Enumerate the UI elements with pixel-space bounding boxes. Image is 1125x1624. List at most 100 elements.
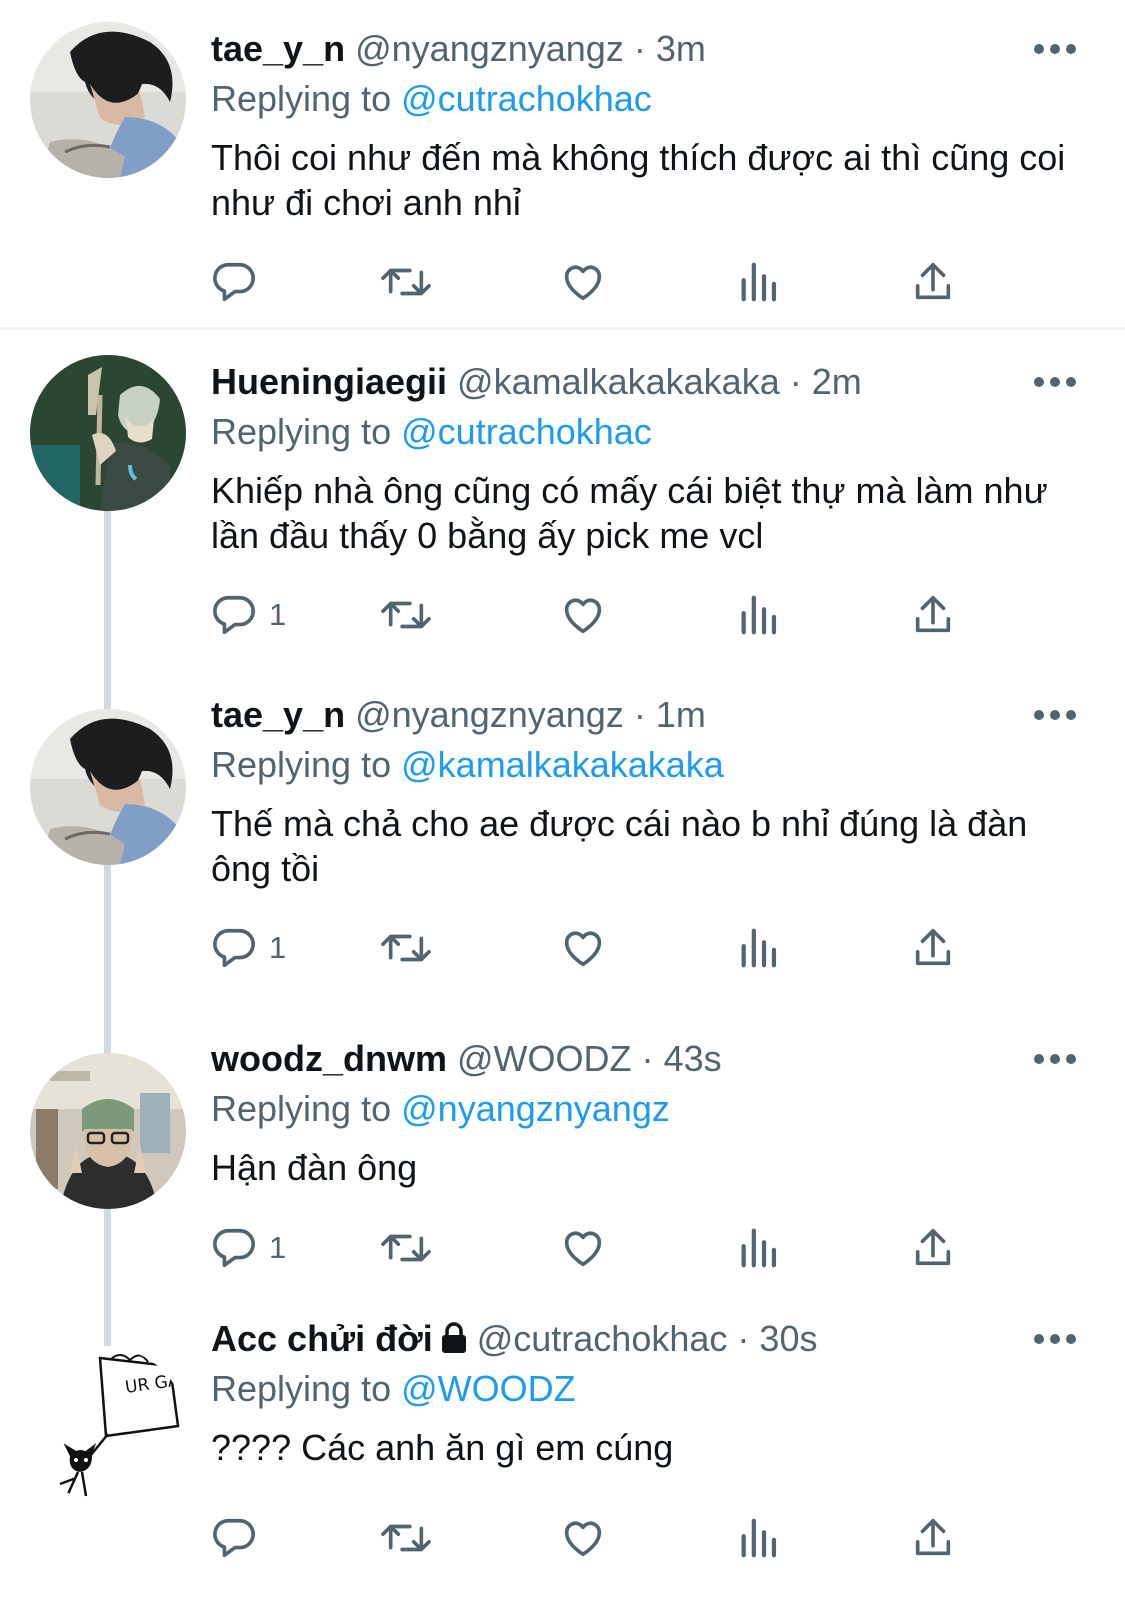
ellipsis-icon[interactable] bbox=[1025, 24, 1085, 74]
tweet-text: Thôi coi như đến mà không thích được ai … bbox=[211, 137, 1066, 223]
separator-dot: · bbox=[737, 1318, 750, 1359]
avatar[interactable] bbox=[30, 355, 186, 511]
display-name[interactable]: tae_y_n bbox=[211, 28, 345, 69]
timestamp[interactable]: 3m bbox=[656, 28, 706, 69]
replying-to-mention[interactable]: @cutrachokhac bbox=[401, 411, 652, 452]
tweet-text: ???? Các anh ăn gì em cúng bbox=[211, 1427, 674, 1468]
replying-to-label: Replying to bbox=[211, 1088, 392, 1129]
avatar-image-tae-y-n bbox=[30, 709, 186, 865]
action-bar bbox=[211, 1508, 1001, 1568]
bar-chart-icon bbox=[741, 1518, 777, 1558]
like-button[interactable] bbox=[559, 918, 607, 978]
tweet[interactable]: Hueningiaegii @kamalkakakakaka · 2m Repl… bbox=[0, 330, 1125, 680]
username[interactable]: @nyangznyangz bbox=[355, 694, 624, 735]
lock-icon bbox=[441, 1322, 466, 1353]
display-name[interactable]: tae_y_n bbox=[211, 694, 345, 735]
separator-dot: · bbox=[633, 694, 646, 735]
tweet[interactable]: UR GAY. Acc chửi đời @cutrachokhac · 30s … bbox=[0, 1318, 1125, 1624]
replying-to-label: Replying to bbox=[211, 744, 392, 785]
like-button[interactable] bbox=[559, 585, 607, 645]
avatar[interactable] bbox=[30, 709, 186, 865]
like-button[interactable] bbox=[559, 1218, 607, 1278]
retweet-arrows-icon bbox=[381, 934, 431, 962]
share-button[interactable] bbox=[911, 1508, 955, 1568]
upload-icon bbox=[915, 1518, 951, 1556]
tweet[interactable]: woodz_dnwm @WOODZ · 43s Replying to @nya… bbox=[0, 1018, 1125, 1320]
replying-to-label: Replying to bbox=[211, 78, 392, 119]
share-button[interactable] bbox=[911, 1218, 955, 1278]
reply-button[interactable] bbox=[211, 252, 269, 312]
replying-to-mention[interactable]: @cutrachokhac bbox=[401, 78, 652, 119]
tweet[interactable]: tae_y_n @nyangznyangz · 1m Replying to @… bbox=[0, 674, 1125, 1024]
reply-button[interactable]: 1 bbox=[211, 918, 286, 978]
views-button[interactable] bbox=[739, 252, 779, 312]
retweet-button[interactable] bbox=[379, 252, 433, 312]
share-button[interactable] bbox=[911, 252, 955, 312]
bar-chart-icon bbox=[741, 1228, 777, 1268]
retweet-button[interactable] bbox=[379, 585, 433, 645]
views-button[interactable] bbox=[739, 585, 779, 645]
like-button[interactable] bbox=[559, 252, 607, 312]
retweet-arrows-icon bbox=[381, 1524, 431, 1552]
avatar-image-acc-chui-doi: UR GAY. bbox=[30, 1348, 186, 1504]
replying-to-mention[interactable]: @kamalkakakakaka bbox=[401, 744, 724, 785]
replying-to-mention[interactable]: @nyangznyangz bbox=[401, 1088, 670, 1129]
username[interactable]: @nyangznyangz bbox=[355, 28, 624, 69]
timestamp[interactable]: 2m bbox=[812, 361, 862, 402]
avatar[interactable] bbox=[30, 1053, 186, 1209]
share-button[interactable] bbox=[911, 585, 955, 645]
views-button[interactable] bbox=[739, 1508, 779, 1568]
tweet-header: tae_y_n @nyangznyangz · 3m bbox=[211, 24, 1085, 74]
reply-count: 1 bbox=[269, 930, 287, 965]
avatar[interactable]: UR GAY. bbox=[30, 1348, 186, 1504]
avatar-image-tae-y-n bbox=[30, 22, 186, 178]
share-button[interactable] bbox=[911, 918, 955, 978]
timestamp[interactable]: 43s bbox=[664, 1038, 722, 1079]
retweet-arrows-icon bbox=[381, 601, 431, 629]
upload-icon bbox=[915, 1228, 951, 1266]
ellipsis-icon[interactable] bbox=[1025, 357, 1085, 407]
username[interactable]: @WOODZ bbox=[457, 1038, 632, 1079]
speech-bubble-icon bbox=[213, 262, 255, 302]
username[interactable]: @cutrachokhac bbox=[477, 1318, 728, 1359]
ellipsis-icon[interactable] bbox=[1025, 690, 1085, 740]
replying-to: Replying to @WOODZ bbox=[211, 1364, 1085, 1414]
tweet-text: Hận đàn ông bbox=[211, 1147, 418, 1188]
tweet-header: Hueningiaegii @kamalkakakakaka · 2m bbox=[211, 357, 1085, 407]
replying-to: Replying to @cutrachokhac bbox=[211, 407, 1085, 457]
username[interactable]: @kamalkakakakaka bbox=[457, 361, 780, 402]
bar-chart-icon bbox=[741, 928, 777, 968]
tweet[interactable]: tae_y_n @nyangznyangz · 3m Replying to @… bbox=[0, 0, 1125, 330]
action-bar: 1 bbox=[211, 918, 1001, 978]
timestamp[interactable]: 30s bbox=[759, 1318, 817, 1359]
reply-button[interactable]: 1 bbox=[211, 1218, 286, 1278]
ellipsis-icon[interactable] bbox=[1025, 1314, 1085, 1364]
timestamp[interactable]: 1m bbox=[656, 694, 706, 735]
thread-line bbox=[104, 1318, 111, 1346]
reply-count: 1 bbox=[269, 1230, 287, 1265]
display-name[interactable]: Hueningiaegii bbox=[211, 361, 447, 402]
retweet-button[interactable] bbox=[379, 1508, 433, 1568]
reply-button[interactable]: 1 bbox=[211, 585, 286, 645]
replying-to-mention[interactable]: @WOODZ bbox=[401, 1368, 576, 1409]
speech-bubble-icon bbox=[213, 595, 255, 635]
separator-dot: · bbox=[641, 1038, 654, 1079]
reply-button[interactable] bbox=[211, 1508, 269, 1568]
action-bar: 1 bbox=[211, 585, 1001, 645]
tweet-text: Thế mà chả cho ae được cái nào b nhỉ đún… bbox=[211, 803, 1028, 889]
retweet-button[interactable] bbox=[379, 1218, 433, 1278]
action-bar: 1 bbox=[211, 1218, 1001, 1278]
bar-chart-icon bbox=[741, 595, 777, 635]
display-name[interactable]: woodz_dnwm bbox=[211, 1038, 447, 1079]
avatar[interactable] bbox=[30, 22, 186, 178]
retweet-arrows-icon bbox=[381, 268, 431, 296]
ellipsis-icon[interactable] bbox=[1025, 1034, 1085, 1084]
views-button[interactable] bbox=[739, 918, 779, 978]
views-button[interactable] bbox=[739, 1218, 779, 1278]
display-name[interactable]: Acc chửi đời bbox=[211, 1318, 433, 1359]
speech-bubble-icon bbox=[213, 1228, 255, 1268]
like-button[interactable] bbox=[559, 1508, 607, 1568]
tweet-header: Acc chửi đời @cutrachokhac · 30s bbox=[211, 1314, 1085, 1364]
retweet-button[interactable] bbox=[379, 918, 433, 978]
avatar-image-hueningiaegii bbox=[30, 355, 186, 511]
